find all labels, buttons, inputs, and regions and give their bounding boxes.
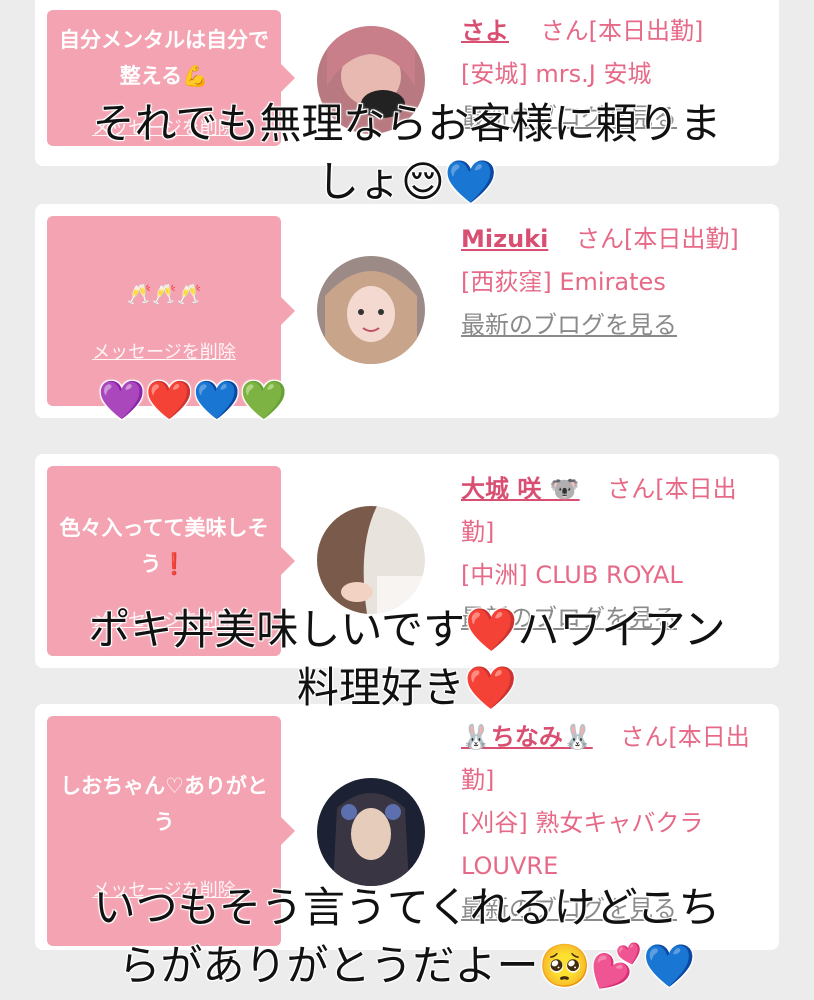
message-text: しおちゃん♡ありがとう [60,774,268,834]
message-text: 自分メンタルは自分で整える💪 [59,28,269,88]
caption-overlay: 料理好き❤️ [296,663,518,712]
cast-info: Mizuki さん[本日出勤] [西荻窪] Emirates 最新のブログを見る [461,218,761,347]
cast-status: さん[本日出勤] [576,225,739,253]
hearts-overlay: 💜❤️💙💚 [98,378,288,422]
caption-overlay: それでも無理ならお客様に頼りま [92,99,722,148]
avatar-photo-icon [317,506,425,614]
delete-message-link[interactable]: メッセージを削除 [47,338,281,364]
store-name: [西荻窪] Emirates [461,268,666,296]
cast-name-link[interactable]: 大城 咲 🐨 [461,475,580,503]
caption-overlay: ポキ丼美味しいです❤️ハワイアン [88,605,726,654]
caption-overlay: らがありがとうだよー🥺💕💙 [118,941,696,990]
cast-name-link[interactable]: Mizuki [461,225,548,253]
store-name: [安城] mrs.J 安城 [461,60,652,88]
store-name: [刈谷] 熟女キャバクラ LOUVRE [461,809,704,880]
store-name: [中洲] CLUB ROYAL [461,561,683,589]
message-text: 色々入ってて美味しそう❗️ [59,516,269,576]
cast-name-link[interactable]: さよ [461,17,509,45]
latest-blog-link[interactable]: 最新のブログを見る [461,311,677,339]
avatar-photo-icon [317,778,425,886]
cast-name-link[interactable]: 🐰ちなみ🐰 [461,723,593,751]
avatar[interactable] [317,778,425,886]
avatar[interactable] [317,256,425,364]
cast-status: さん[本日出勤] [540,17,704,45]
caption-overlay: しょ😌💙 [316,157,498,206]
caption-overlay: いつもそう言うてくれるけどこち [93,883,721,932]
avatar[interactable] [317,506,425,614]
avatar-photo-icon [317,256,425,364]
message-text: 🥂🥂🥂 [126,282,202,306]
